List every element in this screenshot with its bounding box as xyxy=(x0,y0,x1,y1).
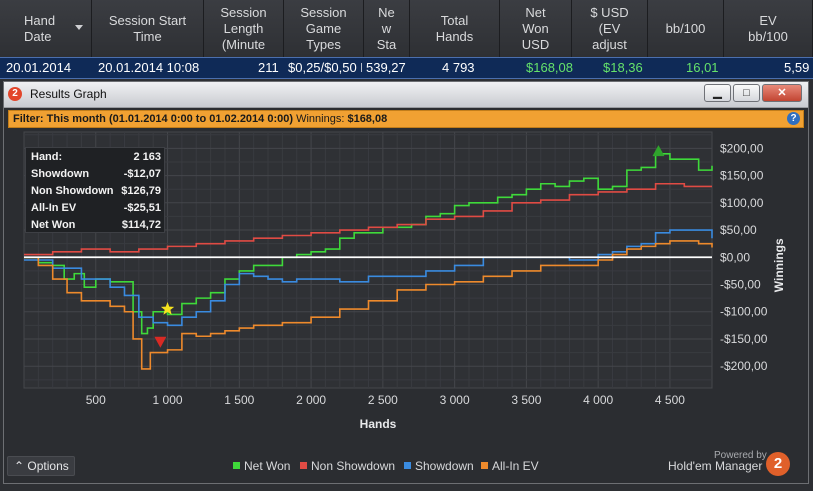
y-axis-label: Winnings xyxy=(772,238,786,292)
legend-swatch xyxy=(481,462,488,469)
hm2-brand-logo-icon: 2 xyxy=(766,452,790,476)
y-tick-label: $0,00 xyxy=(720,250,750,264)
tooltip-hand: Hand: 2 163 xyxy=(31,151,161,168)
legend-non-showdown[interactable]: Non Showdown xyxy=(300,459,395,473)
x-tick-label: 2 500 xyxy=(368,393,398,407)
options-label: Options xyxy=(27,459,69,473)
tooltip-value: -$12,07 xyxy=(123,168,161,180)
legend-swatch xyxy=(300,462,307,469)
x-tick-label: 3 500 xyxy=(511,393,541,407)
tooltip-value: 2 163 xyxy=(133,151,161,163)
tooltip-key: All-In EV xyxy=(31,202,77,214)
x-tick-label: 1 500 xyxy=(224,393,254,407)
tooltip-key: Hand: xyxy=(31,151,63,163)
legend-label: All-In EV xyxy=(492,459,539,473)
tooltip-showdown: Showdown -$12,07 xyxy=(31,168,161,185)
brand-name: Hold'em Manager xyxy=(668,459,763,473)
y-tick-label: $200,00 xyxy=(720,141,764,155)
x-tick-label: 4 000 xyxy=(583,393,613,407)
legend-swatch xyxy=(233,462,240,469)
y-tick-label: -$100,00 xyxy=(720,305,768,319)
legend-label: Showdown xyxy=(415,459,474,473)
options-button[interactable]: ⌃ Options xyxy=(7,456,75,476)
tooltip-key: Showdown xyxy=(31,168,90,180)
x-tick-label: 4 500 xyxy=(655,393,685,407)
legend-label: Non Showdown xyxy=(311,459,396,473)
tooltip-netwon: Net Won $114,72 xyxy=(31,219,161,236)
tooltip-value: $126,79 xyxy=(121,185,161,197)
tooltip-key: Net Won xyxy=(31,219,76,231)
results-chart: 500 1 000 1 500 2 000 2 500 3 000 3 500 4 000 4 … xyxy=(23,131,786,431)
hover-tooltip: Hand: 2 163 Showdown -$12,07 Non Showdown $… xyxy=(25,147,165,233)
legend-label: Net Won xyxy=(244,459,291,473)
chevron-up-icon: ⌃ xyxy=(14,459,25,473)
tooltip-value: $114,72 xyxy=(121,219,161,231)
y-tick-label: $100,00 xyxy=(720,196,764,210)
y-tick-label: -$150,00 xyxy=(720,332,768,346)
legend-net-won[interactable]: Net Won xyxy=(233,459,290,473)
tooltip-allin-ev: All-In EV -$25,51 xyxy=(31,202,161,219)
x-tick-label: 3 000 xyxy=(440,393,470,407)
legend-swatch xyxy=(404,462,411,469)
y-tick-label: -$200,00 xyxy=(720,359,768,373)
y-tick-label: $150,00 xyxy=(720,169,764,183)
tooltip-key: Non Showdown xyxy=(31,185,114,197)
tooltip-nonshowdown: Non Showdown $126,79 xyxy=(31,185,161,202)
x-tick-label: 2 000 xyxy=(296,393,326,407)
y-tick-label: -$50,00 xyxy=(720,278,761,292)
legend-showdown[interactable]: Showdown xyxy=(404,459,474,473)
legend-allin-ev[interactable]: All-In EV xyxy=(481,459,539,473)
x-tick-label: 1 000 xyxy=(153,393,183,407)
tooltip-value: -$25,51 xyxy=(123,202,161,214)
y-tick-label: $50,00 xyxy=(720,223,757,237)
x-tick-label: 500 xyxy=(86,393,106,407)
x-axis-label: Hands xyxy=(360,417,397,431)
